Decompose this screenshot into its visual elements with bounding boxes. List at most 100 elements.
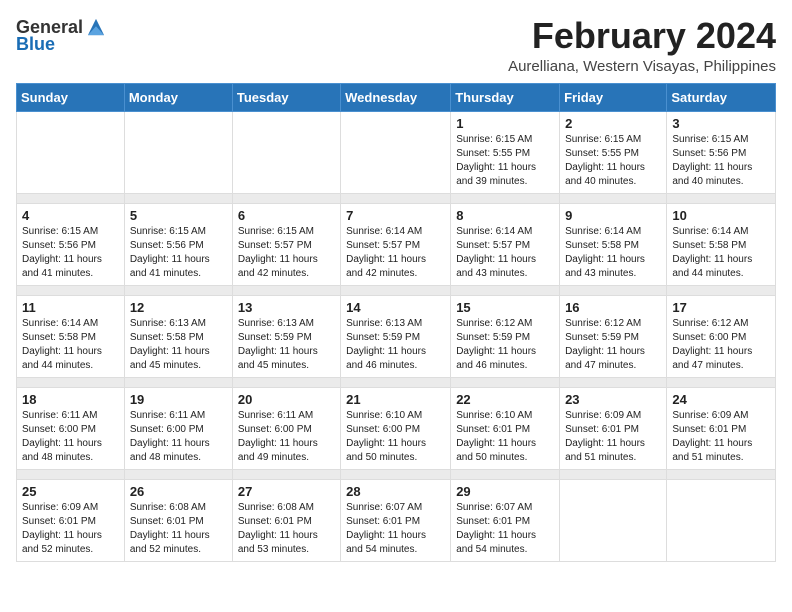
- day-info: Sunrise: 6:15 AM Sunset: 5:56 PM Dayligh…: [672, 133, 770, 189]
- day-info: Sunrise: 6:09 AM Sunset: 6:01 PM Dayligh…: [565, 409, 661, 465]
- calendar-day-cell: 22 Sunrise: 6:10 AM Sunset: 6:01 PM Dayli…: [451, 387, 560, 469]
- separator-cell: [560, 469, 667, 479]
- day-info: Sunrise: 6:10 AM Sunset: 6:00 PM Dayligh…: [346, 409, 445, 465]
- calendar-header-sunday: Sunday: [17, 83, 125, 111]
- calendar-day-cell: 17Sunrise: 6:12 AM Sunset: 6:00 PM Dayli…: [667, 295, 776, 377]
- day-number: 24: [672, 392, 770, 407]
- calendar-day-cell: 23 Sunrise: 6:09 AM Sunset: 6:01 PM Dayli…: [560, 387, 667, 469]
- calendar-day-cell: 18Sunrise: 6:11 AM Sunset: 6:00 PM Dayli…: [17, 387, 125, 469]
- separator-cell: [560, 285, 667, 295]
- calendar-day-cell: [17, 111, 125, 193]
- day-number: 28: [346, 484, 445, 499]
- calendar-day-cell: [124, 111, 232, 193]
- day-number: 8: [456, 208, 554, 223]
- day-number: 23: [565, 392, 661, 407]
- separator-cell: [17, 377, 125, 387]
- day-info: Sunrise: 6:13 AM Sunset: 5:59 PM Dayligh…: [238, 317, 335, 373]
- calendar-week-row: 18 Sunrise: 6:11 AM Sunset: 6:00 PM Dayli…: [17, 387, 776, 469]
- calendar-separator-row: [17, 285, 776, 295]
- calendar-day-cell: 29Sunrise: 6:07 AM Sunset: 6:01 PM Dayli…: [451, 479, 560, 561]
- month-year-title: February 2024: [508, 16, 776, 56]
- calendar-day-cell: 2 Sunrise: 6:15 AM Sunset: 5:55 PM Daylig…: [560, 111, 667, 193]
- day-info: Sunrise: 6:08 AM Sunset: 6:01 PM Dayligh…: [130, 501, 227, 557]
- calendar-day-cell: 10 Sunrise: 6:14 AM Sunset: 5:58 PM Dayli…: [667, 203, 776, 285]
- day-info: Sunrise: 6:12 AM Sunset: 5:59 PM Dayligh…: [456, 317, 554, 373]
- calendar-day-cell: 16 Sunrise: 6:12 AM Sunset: 5:59 PM Dayli…: [560, 295, 667, 377]
- day-number: 27: [238, 484, 335, 499]
- day-number: 10: [672, 208, 770, 223]
- separator-cell: [17, 193, 125, 203]
- logo-icon: [85, 16, 107, 38]
- calendar-day-cell: 20Sunrise: 6:11 AM Sunset: 6:00 PM Dayli…: [232, 387, 340, 469]
- day-info: Sunrise: 6:12 AM Sunset: 5:59 PM Dayligh…: [565, 317, 661, 373]
- day-number: 9: [565, 208, 661, 223]
- day-info: Sunrise: 6:15 AM Sunset: 5:55 PM Dayligh…: [565, 133, 661, 189]
- day-number: 16: [565, 300, 661, 315]
- calendar-day-cell: [341, 111, 451, 193]
- day-number: 3: [672, 116, 770, 131]
- separator-cell: [341, 285, 451, 295]
- day-number: 7: [346, 208, 445, 223]
- day-number: 5: [130, 208, 227, 223]
- separator-cell: [124, 377, 232, 387]
- day-number: 13: [238, 300, 335, 315]
- day-number: 18: [22, 392, 119, 407]
- calendar-day-cell: 13 Sunrise: 6:13 AM Sunset: 5:59 PM Dayli…: [232, 295, 340, 377]
- separator-cell: [232, 469, 340, 479]
- day-number: 29: [456, 484, 554, 499]
- separator-cell: [667, 469, 776, 479]
- location-subtitle: Aurelliana, Western Visayas, Philippines: [508, 58, 776, 75]
- logo: General Blue: [16, 16, 107, 55]
- day-info: Sunrise: 6:15 AM Sunset: 5:55 PM Dayligh…: [456, 133, 554, 189]
- calendar-day-cell: 9 Sunrise: 6:14 AM Sunset: 5:58 PM Daylig…: [560, 203, 667, 285]
- calendar-day-cell: 24 Sunrise: 6:09 AM Sunset: 6:01 PM Dayli…: [667, 387, 776, 469]
- day-number: 11: [22, 300, 119, 315]
- calendar-day-cell: [560, 479, 667, 561]
- day-info: Sunrise: 6:15 AM Sunset: 5:56 PM Dayligh…: [22, 225, 119, 281]
- calendar-day-cell: 3 Sunrise: 6:15 AM Sunset: 5:56 PM Daylig…: [667, 111, 776, 193]
- page-header: General Blue February 2024 Aurelliana, W…: [16, 16, 776, 75]
- day-number: 4: [22, 208, 119, 223]
- day-info: Sunrise: 6:09 AM Sunset: 6:01 PM Dayligh…: [22, 501, 119, 557]
- separator-cell: [17, 285, 125, 295]
- separator-cell: [341, 377, 451, 387]
- calendar-day-cell: 28Sunrise: 6:07 AM Sunset: 6:01 PM Dayli…: [341, 479, 451, 561]
- calendar-day-cell: 19Sunrise: 6:11 AM Sunset: 6:00 PM Dayli…: [124, 387, 232, 469]
- day-info: Sunrise: 6:13 AM Sunset: 5:59 PM Dayligh…: [346, 317, 445, 373]
- calendar-day-cell: 6 Sunrise: 6:15 AM Sunset: 5:57 PM Daylig…: [232, 203, 340, 285]
- day-number: 15: [456, 300, 554, 315]
- day-info: Sunrise: 6:12 AM Sunset: 6:00 PM Dayligh…: [672, 317, 770, 373]
- calendar-header-saturday: Saturday: [667, 83, 776, 111]
- calendar-day-cell: [232, 111, 340, 193]
- calendar-day-cell: 8Sunrise: 6:14 AM Sunset: 5:57 PM Daylig…: [451, 203, 560, 285]
- separator-cell: [124, 469, 232, 479]
- day-info: Sunrise: 6:14 AM Sunset: 5:58 PM Dayligh…: [565, 225, 661, 281]
- separator-cell: [451, 377, 560, 387]
- calendar-week-row: 25 Sunrise: 6:09 AM Sunset: 6:01 PM Dayli…: [17, 479, 776, 561]
- calendar-header-friday: Friday: [560, 83, 667, 111]
- calendar-day-cell: 21Sunrise: 6:10 AM Sunset: 6:00 PM Dayli…: [341, 387, 451, 469]
- calendar-week-row: 4 Sunrise: 6:15 AM Sunset: 5:56 PM Daylig…: [17, 203, 776, 285]
- separator-cell: [124, 193, 232, 203]
- day-number: 25: [22, 484, 119, 499]
- calendar-day-cell: 7 Sunrise: 6:14 AM Sunset: 5:57 PM Daylig…: [341, 203, 451, 285]
- day-info: Sunrise: 6:14 AM Sunset: 5:58 PM Dayligh…: [672, 225, 770, 281]
- day-info: Sunrise: 6:14 AM Sunset: 5:57 PM Dayligh…: [346, 225, 445, 281]
- day-number: 6: [238, 208, 335, 223]
- day-number: 20: [238, 392, 335, 407]
- day-info: Sunrise: 6:09 AM Sunset: 6:01 PM Dayligh…: [672, 409, 770, 465]
- day-number: 22: [456, 392, 554, 407]
- separator-cell: [451, 469, 560, 479]
- day-info: Sunrise: 6:10 AM Sunset: 6:01 PM Dayligh…: [456, 409, 554, 465]
- separator-cell: [667, 285, 776, 295]
- day-number: 2: [565, 116, 661, 131]
- calendar-day-cell: [667, 479, 776, 561]
- separator-cell: [451, 285, 560, 295]
- separator-cell: [17, 469, 125, 479]
- calendar-day-cell: 25 Sunrise: 6:09 AM Sunset: 6:01 PM Dayli…: [17, 479, 125, 561]
- day-info: Sunrise: 6:11 AM Sunset: 6:00 PM Dayligh…: [130, 409, 227, 465]
- calendar-header-tuesday: Tuesday: [232, 83, 340, 111]
- day-number: 1: [456, 116, 554, 131]
- day-info: Sunrise: 6:15 AM Sunset: 5:57 PM Dayligh…: [238, 225, 335, 281]
- calendar-header-thursday: Thursday: [451, 83, 560, 111]
